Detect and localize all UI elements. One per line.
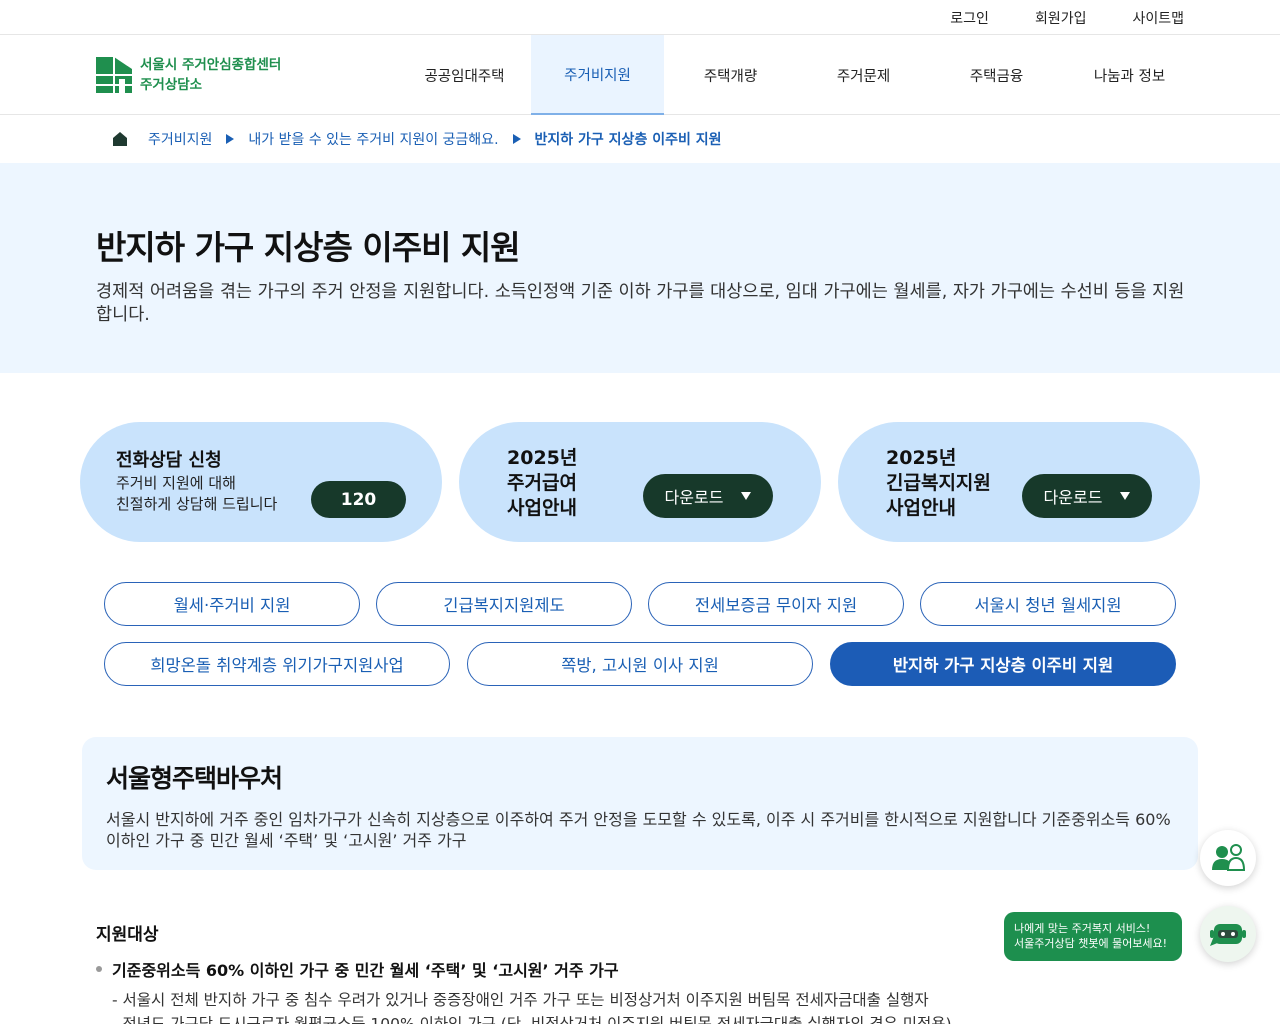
guide1-line1: 2025년 [507, 447, 578, 469]
phone-consult-title: 전화상담 신청 [116, 450, 222, 471]
caret-down-icon [741, 492, 752, 500]
support-target-bullet: 기준중위소득 60% 이하인 가구 중 민간 월세 ‘주택’ 및 ‘고시원’ 거… [96, 957, 1096, 981]
chatbot-tip-line1: 나에게 맞는 주거복지 서비스! [1014, 922, 1151, 935]
main-nav: 공공임대주택 주거비지원 주택개량 주거문제 주택금융 나눔과 정보 [398, 35, 1196, 115]
site-header: 서울시 주거안심종합센터 주거상담소 공공임대주택 주거비지원 주택개량 주거문… [0, 35, 1280, 115]
page-description: 경제적 어려움을 겪는 가구의 주거 안정을 지원합니다. 소득인정액 기준 이… [96, 282, 1185, 325]
logo-line2: 주거상담소 [140, 77, 203, 93]
voucher-title: 서울형주택바우처 [106, 764, 283, 793]
breadcrumb-arrow-icon [512, 134, 521, 144]
download-emergency-welfare-button[interactable]: 다운로드 [1022, 474, 1152, 518]
support-target-sub2: - 전년도 가구당 도시근로자 월평균소득 100% 이하인 가구 (단, 비정… [112, 1015, 952, 1024]
page-title: 반지하 가구 지상층 이주비 지원 [96, 228, 521, 267]
phone-consult-card: 전화상담 신청 주거비 지원에 대해 친절하게 상담해 드립니다 120 [80, 422, 442, 542]
tag-jjokbang-gosiwon[interactable]: 쪽방, 고시원 이사 지원 [467, 642, 813, 686]
site-logo[interactable]: 서울시 주거안심종합센터 주거상담소 [96, 55, 281, 95]
guide2-line2: 긴급복지지원 [886, 472, 991, 494]
signup-link[interactable]: 회원가입 [1035, 8, 1087, 28]
house-logo-icon [96, 57, 132, 93]
logo-text: 서울시 주거안심종합센터 주거상담소 [140, 55, 281, 95]
voucher-desc: 서울시 반지하에 거주 중인 임차가구가 신속히 지상층으로 이주하여 주거 안… [106, 810, 1171, 850]
call-120-button[interactable]: 120 [311, 481, 406, 518]
tag-emergency-welfare[interactable]: 긴급복지지원제도 [376, 582, 632, 626]
nav-housing-cost-support[interactable]: 주거비지원 [531, 35, 664, 115]
breadcrumb-level2[interactable]: 내가 받을 수 있는 주거비 지원이 궁금해요. [248, 129, 498, 149]
support-target-bullet-text: 기준중위소득 60% 이하인 가구 중 민간 월세 ‘주택’ 및 ‘고시원’ 거… [112, 961, 619, 980]
quick-cards: 전화상담 신청 주거비 지원에 대해 친절하게 상담해 드립니다 120 202… [80, 422, 1200, 542]
caret-down-icon [1120, 492, 1131, 500]
chatbot-tooltip: 나에게 맞는 주거복지 서비스! 서울주거상담 챗봇에 물어보세요! [1004, 912, 1182, 961]
tag-hope-ondol[interactable]: 희망온돌 취약계층 위기가구지원사업 [104, 642, 450, 686]
emergency-welfare-guide-card: 2025년 긴급복지지원 사업안내 다운로드 [838, 422, 1200, 542]
people-icon [1212, 844, 1246, 871]
support-target-sub1: - 서울시 전체 반지하 가구 중 침수 우려가 있거나 중증장애인 거주 가구… [112, 991, 929, 1009]
guide2-line3: 사업안내 [886, 497, 956, 519]
nav-housing-issues[interactable]: 주거문제 [797, 35, 930, 115]
housing-benefit-guide-title: 2025년 주거급여 사업안내 [507, 446, 577, 521]
download-housing-benefit-button[interactable]: 다운로드 [643, 474, 773, 518]
chatbot-icon [1210, 924, 1246, 946]
phone-consult-desc: 주거비 지원에 대해 친절하게 상담해 드립니다 [116, 473, 277, 515]
breadcrumb-current: 반지하 가구 지상층 이주비 지원 [534, 132, 722, 148]
download-label: 다운로드 [1043, 488, 1103, 507]
chatbot-fab[interactable] [1200, 906, 1256, 962]
home-icon[interactable] [112, 131, 128, 147]
utility-bar: 로그인 회원가입 사이트맵 [0, 0, 1280, 35]
breadcrumb: 주거비지원 내가 받을 수 있는 주거비 지원이 궁금해요. 반지하 가구 지상… [0, 115, 1280, 163]
nav-sharing-info[interactable]: 나눔과 정보 [1063, 35, 1196, 115]
nav-housing-finance[interactable]: 주택금융 [930, 35, 1063, 115]
utility-links: 로그인 회원가입 사이트맵 [950, 0, 1184, 35]
page-hero: 반지하 가구 지상층 이주비 지원 경제적 어려움을 겪는 가구의 주거 안정을… [0, 163, 1280, 373]
tag-youth-rent-support[interactable]: 서울시 청년 월세지원 [920, 582, 1176, 626]
nav-public-rental[interactable]: 공공임대주택 [398, 35, 531, 115]
nav-house-improvement[interactable]: 주택개량 [664, 35, 797, 115]
phone-consult-line2: 친절하게 상담해 드립니다 [116, 495, 278, 513]
tag-monthly-rent-support[interactable]: 월세·주거비 지원 [104, 582, 360, 626]
download-label: 다운로드 [664, 488, 724, 507]
logo-line1: 서울시 주거안심종합센터 [140, 57, 282, 73]
guide1-line2: 주거급여 [507, 472, 577, 494]
sitemap-link[interactable]: 사이트맵 [1132, 8, 1184, 28]
support-target-heading: 지원대상 [96, 925, 159, 945]
guide1-line3: 사업안내 [507, 497, 577, 519]
login-link[interactable]: 로그인 [950, 8, 989, 28]
tag-semi-basement-relocation[interactable]: 반지하 가구 지상층 이주비 지원 [830, 642, 1176, 686]
breadcrumb-level1[interactable]: 주거비지원 [148, 129, 212, 149]
chatbot-tip-line2: 서울주거상담 챗봇에 물어보세요! [1014, 937, 1168, 950]
consultant-fab[interactable] [1200, 830, 1256, 886]
emergency-welfare-guide-title: 2025년 긴급복지지원 사업안내 [886, 446, 991, 521]
housing-benefit-guide-card: 2025년 주거급여 사업안내 다운로드 [459, 422, 821, 542]
voucher-section: 서울형주택바우처 서울시 반지하에 거주 중인 임차가구가 신속히 지상층으로 … [82, 737, 1198, 870]
breadcrumb-arrow-icon [226, 134, 235, 144]
support-target-section: 지원대상 기준중위소득 60% 이하인 가구 중 민간 월세 ‘주택’ 및 ‘고… [96, 920, 1096, 1024]
bullet-dot-icon [96, 966, 102, 972]
tag-deposit-interest-free[interactable]: 전세보증금 무이자 지원 [648, 582, 904, 626]
guide2-line1: 2025년 [886, 447, 957, 469]
phone-consult-line1: 주거비 지원에 대해 [116, 474, 236, 492]
